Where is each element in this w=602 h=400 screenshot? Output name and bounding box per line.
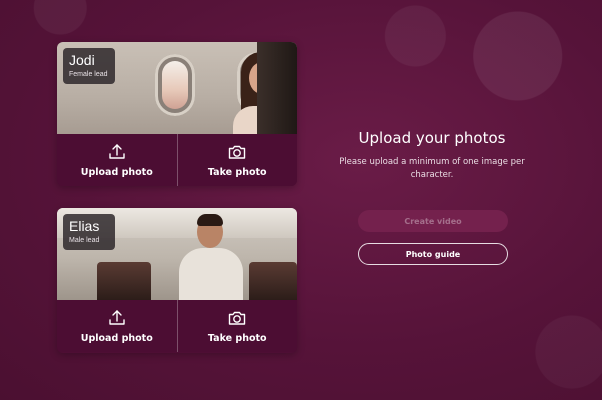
page-subtitle: Please upload a minimum of one image per… — [339, 157, 525, 180]
upload-icon — [109, 309, 125, 325]
take-photo-button[interactable]: Take photo — [176, 134, 298, 186]
seat — [249, 262, 297, 300]
character-name-tag: Jodi Female lead — [63, 48, 115, 84]
character-name: Jodi — [69, 52, 95, 68]
character-name: Elias — [69, 218, 100, 234]
take-photo-label: Take photo — [207, 332, 267, 344]
take-photo-button[interactable]: Take photo — [176, 300, 298, 352]
character-name-tag: Elias Male lead — [63, 214, 115, 250]
upload-photo-button[interactable]: Upload photo — [57, 134, 177, 186]
upload-icon — [109, 143, 125, 159]
take-photo-label: Take photo — [207, 166, 267, 178]
seat — [257, 42, 297, 134]
photo-guide-button[interactable]: Photo guide — [358, 243, 508, 265]
camera-icon — [229, 311, 246, 325]
character-photo-elias: Elias Male lead — [57, 208, 297, 300]
character-hair — [197, 214, 223, 226]
upload-photo-button[interactable]: Upload photo — [57, 300, 177, 352]
create-video-button[interactable]: Create video — [358, 210, 508, 232]
character-body — [179, 248, 243, 300]
photo-actions: Upload photo Take photo — [57, 300, 297, 352]
character-card-jodi: Jodi Female lead Upload photo Take photo — [57, 42, 297, 186]
character-card-elias: Elias Male lead Upload photo Take photo — [57, 208, 297, 353]
upload-photo-label: Upload photo — [80, 332, 153, 344]
character-role: Female lead — [69, 71, 108, 78]
camera-icon — [229, 145, 246, 159]
upload-instructions: Upload your photos Please upload a minim… — [326, 128, 538, 182]
upload-photo-label: Upload photo — [80, 166, 153, 178]
photo-actions: Upload photo Take photo — [57, 134, 297, 186]
seat — [97, 262, 151, 300]
airplane-window — [155, 54, 195, 116]
character-photo-jodi: Jodi Female lead — [57, 42, 297, 134]
character-role: Male lead — [69, 237, 100, 244]
page-title: Upload your photos — [358, 129, 506, 147]
